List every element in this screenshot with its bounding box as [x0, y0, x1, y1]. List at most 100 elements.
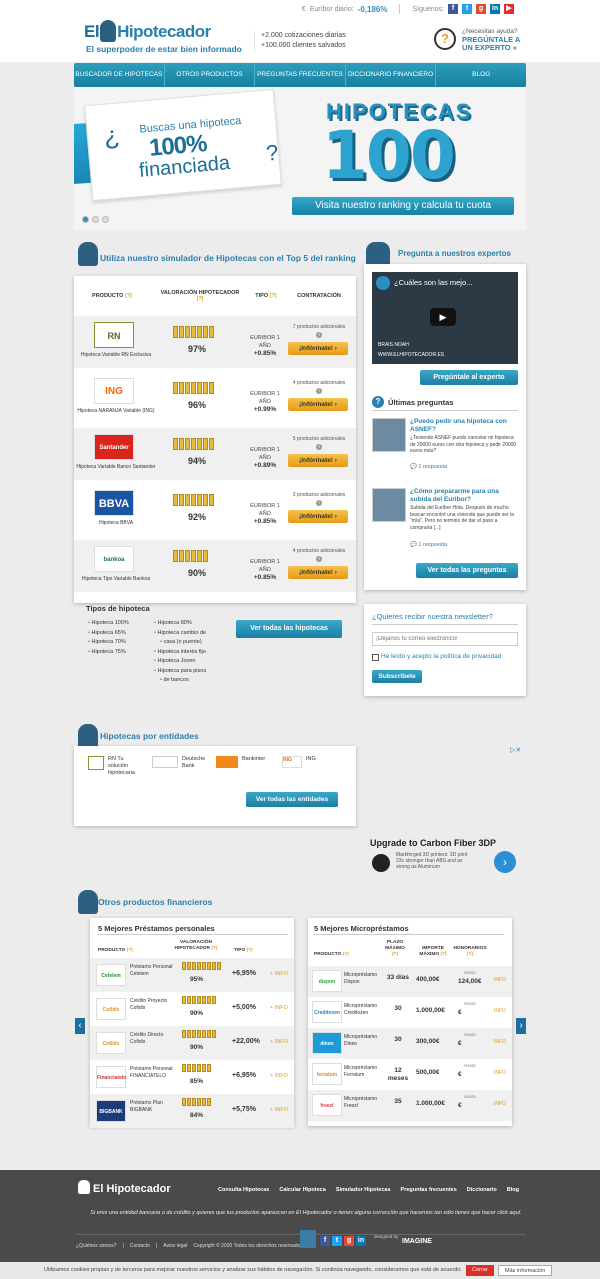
footer-link[interactable]: ¿Quiénes somos?	[76, 1243, 117, 1249]
informate-button[interactable]: ¡Infórmate! ›	[288, 342, 348, 355]
more-info-link[interactable]: INFO	[494, 1008, 506, 1014]
bank-logo[interactable]: ING	[94, 378, 134, 404]
tipo-link[interactable]: Hipoteca para pisos	[154, 667, 206, 677]
lender-logo[interactable]: Cofidis	[96, 1032, 126, 1054]
hero-banner[interactable]: ¿ Buscas una hipoteca 100% financiada ? …	[74, 87, 526, 230]
privacy-label[interactable]: He leído y acepto la política de privaci…	[381, 653, 501, 660]
mortgage-name[interactable]: Hipoteca BBVA	[76, 520, 156, 527]
loan-name[interactable]: Préstamo Personal Cetelem	[130, 964, 178, 977]
footer-link[interactable]: Consulta Hipotecas	[218, 1187, 269, 1193]
more-info-link[interactable]: INFO	[494, 1039, 506, 1045]
carousel-dot[interactable]	[102, 216, 109, 223]
loan-name[interactable]: Crédito Proyecto Cofidis	[130, 998, 178, 1011]
tipo-link[interactable]: Hipoteca 70%	[88, 638, 129, 648]
footer-link[interactable]: Contacto	[130, 1243, 150, 1249]
tipo-link[interactable]: Hipoteca cambio de	[154, 629, 206, 639]
more-info-link[interactable]: INFO	[494, 977, 506, 983]
more-info-link[interactable]: INFO	[494, 1070, 506, 1076]
ver-todas-hipotecas-button[interactable]: Ver todas las hipotecas	[236, 620, 342, 638]
ad-arrow-icon[interactable]: ›	[494, 851, 516, 873]
micro-name[interactable]: Micropréstamo Ferratum	[344, 1065, 382, 1078]
ask-expert-button[interactable]: Pregúntale al experto	[420, 370, 518, 385]
more-info-link[interactable]: + INFO	[270, 971, 288, 977]
micro-name[interactable]: Micropréstamo Freezl	[344, 1096, 382, 1109]
ad-title[interactable]: Upgrade to Carbon Fiber 3DP	[370, 838, 496, 848]
more-info-link[interactable]: + INFO	[270, 1073, 288, 1079]
tipo-link[interactable]: Hipoteca 65%	[88, 629, 129, 639]
footer-link[interactable]: Simulador Hipotecas	[336, 1187, 391, 1193]
more-info-link[interactable]: + INFO	[270, 1107, 288, 1113]
lender-logo[interactable]: Creditozen	[312, 1001, 342, 1023]
carousel-dot[interactable]	[82, 216, 89, 223]
ver-todas-preguntas-button[interactable]: Ver todas las preguntas	[416, 563, 518, 578]
entity-bankinter[interactable]: Bankinter	[216, 756, 265, 768]
micro-name[interactable]: Micropréstamo Dispon	[344, 972, 382, 985]
entity-rn[interactable]: RN Tu solución hipotecaria	[88, 756, 142, 777]
footer-link[interactable]: Aviso legal	[163, 1243, 187, 1249]
tipo-link[interactable]: Hipoteca 75%	[88, 648, 129, 658]
google-plus-icon[interactable]: g	[344, 1236, 354, 1246]
footer-link[interactable]: Diccionario	[467, 1187, 497, 1193]
privacy-checkbox[interactable]	[372, 654, 379, 661]
twitter-icon[interactable]: t	[462, 4, 472, 14]
additional-products[interactable]: 3 productos adicionales i	[286, 492, 352, 506]
cookie-close-button[interactable]: Cerrar	[466, 1265, 494, 1276]
additional-products[interactable]: 7 productos adicionales i	[286, 324, 352, 338]
lender-logo[interactable]: Financiatelo	[96, 1066, 126, 1088]
video-player[interactable]: ¿Cuáles son las mejo... ▶ BRAIS NOAH WWW…	[372, 272, 518, 364]
prev-arrow-icon[interactable]: ‹	[75, 1018, 85, 1034]
twitter-icon[interactable]: t	[332, 1236, 342, 1246]
informate-button[interactable]: ¡Infórmate! ›	[288, 566, 348, 579]
additional-products[interactable]: 5 productos adicionales i	[286, 436, 352, 450]
informate-button[interactable]: ¡Infórmate! ›	[288, 398, 348, 411]
footer-link[interactable]: Calcular Hipoteca	[279, 1187, 325, 1193]
bank-logo[interactable]: RN	[94, 322, 134, 348]
tipo-link[interactable]: Hipoteca Joven	[154, 657, 206, 667]
additional-products[interactable]: 4 productos adicionales i	[286, 548, 352, 562]
subscribe-button[interactable]: Subscribete	[372, 670, 422, 683]
tipo-link[interactable]: Hipoteca 100%	[88, 619, 128, 629]
linkedin-icon[interactable]: in	[490, 4, 500, 14]
micro-name[interactable]: Micropréstamo Creditozen	[344, 1003, 382, 1016]
mortgage-name[interactable]: Hipoteca Variable RN Exclusiva	[76, 352, 156, 359]
nav-buscador[interactable]: BUSCADOR DE HIPOTECAS	[74, 63, 165, 87]
bank-logo[interactable]: bankoa	[94, 546, 134, 572]
google-plus-icon[interactable]: g	[476, 4, 486, 14]
tipo-link[interactable]: de bancos	[154, 676, 206, 686]
question-title[interactable]: ¿Cómo prepararme para una subida del Eur…	[410, 488, 520, 504]
mortgage-name[interactable]: Hipoteca NARANJA Variable (ING)	[76, 408, 156, 415]
footer-link[interactable]: Blog	[507, 1187, 519, 1193]
footer-link[interactable]: Preguntas frecuentes	[401, 1187, 457, 1193]
nav-preguntas[interactable]: PREGUNTAS FRECUENTES	[255, 63, 346, 87]
lender-logo[interactable]: BIGBANK	[96, 1100, 126, 1122]
tipo-link[interactable]: casa (o puente)	[154, 638, 206, 648]
question-title[interactable]: ¿Puedo pedir una hipoteca con ASNEF?	[410, 418, 520, 434]
loan-name[interactable]: Préstamo Personal FINANCIATELO	[130, 1066, 178, 1079]
tipo-link[interactable]: Hipoteca 80%	[154, 619, 206, 629]
informate-button[interactable]: ¡Infórmate! ›	[288, 454, 348, 467]
facebook-icon[interactable]: f	[448, 4, 458, 14]
responses-count[interactable]: 💬 1 respuesta	[410, 542, 447, 548]
ad-choices-icon[interactable]: ▷✕	[510, 746, 521, 754]
nav-blog[interactable]: BLOG	[436, 63, 526, 87]
lender-logo[interactable]: freezl	[312, 1094, 342, 1116]
bank-logo[interactable]: Santander	[94, 434, 134, 460]
lender-logo[interactable]: dispon	[312, 970, 342, 992]
imagine-logo[interactable]: IMAGINE	[402, 1238, 432, 1245]
informate-button[interactable]: ¡Infórmate! ›	[288, 510, 348, 523]
bank-logo[interactable]: BBVA	[94, 490, 134, 516]
mortgage-name[interactable]: Hipoteca Variable Banco Santander	[76, 464, 156, 471]
cookie-more-button[interactable]: Más información	[498, 1265, 553, 1276]
carousel-dot[interactable]	[92, 216, 99, 223]
mortgage-name[interactable]: Hipoteca Tipo Variable Bankoa	[76, 576, 156, 583]
tipo-link[interactable]: Hipoteca interés fijo	[154, 648, 206, 658]
nav-otros-productos[interactable]: OTROS PRODUCTOS	[165, 63, 256, 87]
question-item[interactable]: ¿Puedo pedir una hipoteca con ASNEF? ¿Te…	[372, 418, 520, 478]
hero-cta-button[interactable]: Visita nuestro ranking y calcula tu cuot…	[292, 197, 514, 215]
loan-name[interactable]: Crédito Directo Cofidis	[130, 1032, 178, 1045]
next-arrow-icon[interactable]: ›	[516, 1018, 526, 1034]
lender-logo[interactable]: dineo	[312, 1032, 342, 1054]
additional-products[interactable]: 4 productos adicionales i	[286, 380, 352, 394]
lender-logo[interactable]: Cetelem	[96, 964, 126, 986]
footer-logo[interactable]: El Hipotecador	[78, 1180, 171, 1195]
